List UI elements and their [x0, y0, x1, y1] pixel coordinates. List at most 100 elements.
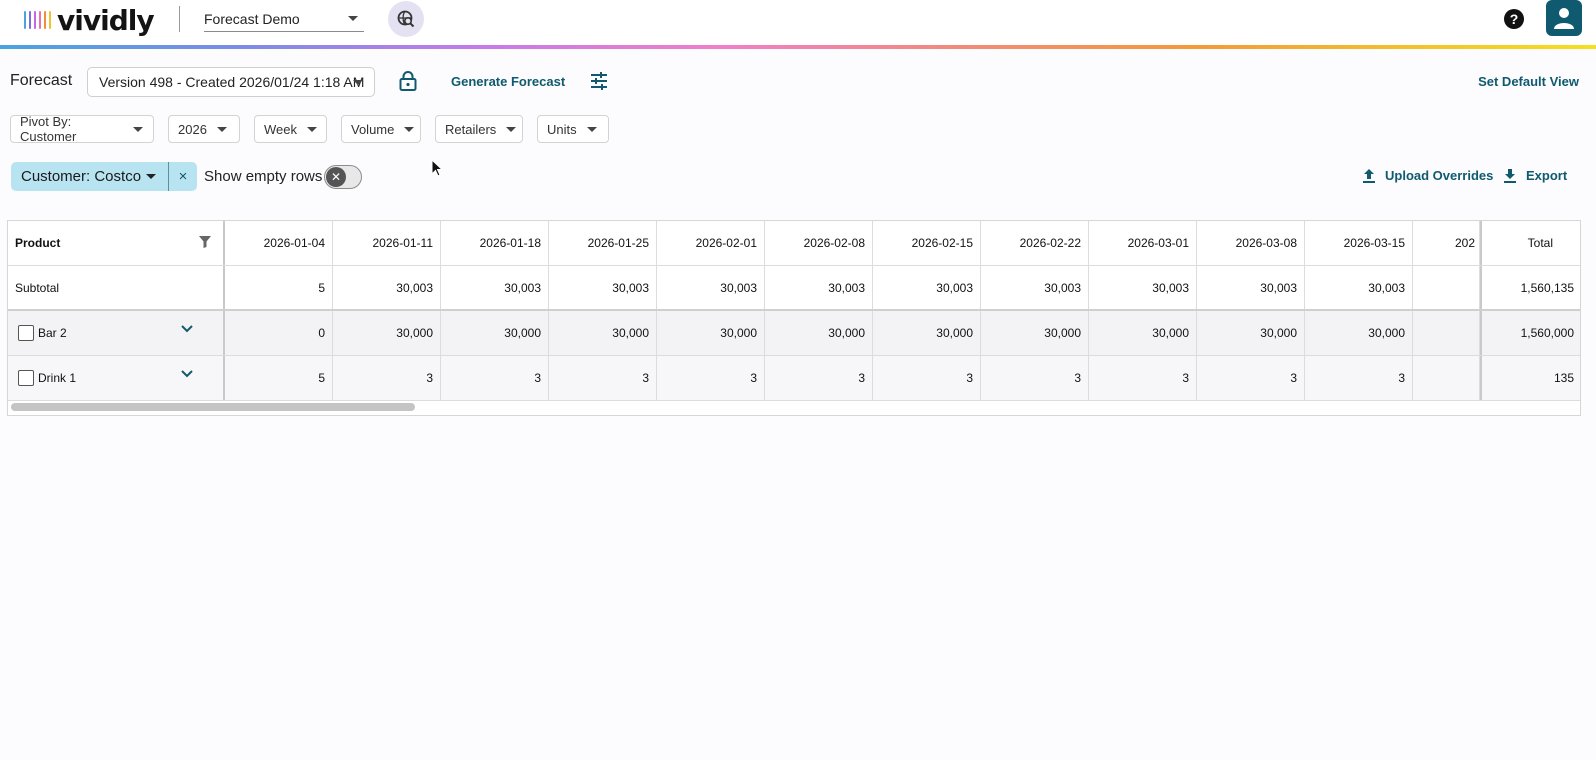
- lock-open-icon: [399, 71, 417, 91]
- caret-down-icon: [307, 126, 317, 132]
- table-cell[interactable]: 30,000: [1197, 311, 1305, 355]
- table-cell: 30,003: [657, 266, 765, 309]
- table-cell[interactable]: 30,000: [1089, 311, 1197, 355]
- table-cell[interactable]: 3: [873, 356, 981, 400]
- settings-tune-button[interactable]: [590, 72, 608, 95]
- caret-down-icon: [506, 126, 517, 132]
- table-row: Bar 2 0 30,000 30,000 30,000 30,000 30,0…: [8, 311, 1580, 356]
- column-header[interactable]: 2026-02-22: [981, 221, 1089, 265]
- table-cell[interactable]: 5: [225, 356, 333, 400]
- product-column-header[interactable]: Product: [8, 221, 225, 265]
- close-icon[interactable]: ×: [169, 168, 197, 185]
- table-cell[interactable]: 3: [333, 356, 441, 400]
- column-header[interactable]: 2026-01-18: [441, 221, 549, 265]
- units-filter[interactable]: Units: [537, 115, 609, 143]
- column-header[interactable]: 2026-01-25: [549, 221, 657, 265]
- product-name: Bar 2: [38, 326, 67, 340]
- period-filter[interactable]: Week: [254, 115, 327, 143]
- caret-down-icon: [586, 126, 597, 132]
- tune-icon: [591, 72, 607, 90]
- scrollbar-thumb[interactable]: [11, 403, 415, 411]
- set-default-view-button[interactable]: Set Default View: [1478, 74, 1579, 89]
- table-cell[interactable]: [1413, 311, 1480, 355]
- page-title: Forecast: [10, 72, 73, 89]
- table-cell[interactable]: 30,000: [981, 311, 1089, 355]
- generate-forecast-button[interactable]: Generate Forecast: [451, 74, 565, 89]
- product-cell: Drink 1: [8, 356, 225, 400]
- table-cell[interactable]: 3: [441, 356, 549, 400]
- row-checkbox[interactable]: [18, 325, 34, 341]
- table-cell[interactable]: 3: [1089, 356, 1197, 400]
- customer-filter-chip[interactable]: Customer: Costco ×: [11, 162, 197, 191]
- logo-bars-icon: [24, 11, 51, 29]
- filter-icon[interactable]: [199, 236, 211, 248]
- product-header-label: Product: [15, 236, 61, 250]
- column-header[interactable]: 2026-02-08: [765, 221, 873, 265]
- pivot-by-filter[interactable]: Pivot By: Customer: [10, 114, 154, 144]
- lock-button[interactable]: [399, 71, 417, 96]
- table-cell[interactable]: 3: [549, 356, 657, 400]
- logo-text: vividly: [57, 3, 155, 37]
- table-cell[interactable]: 30,000: [657, 311, 765, 355]
- column-header[interactable]: 2026-03-01: [1089, 221, 1197, 265]
- chevron-down-icon[interactable]: [181, 370, 193, 378]
- column-header[interactable]: 202: [1413, 221, 1480, 265]
- total-column-header[interactable]: Total: [1480, 221, 1580, 265]
- export-button[interactable]: Export: [1504, 168, 1567, 183]
- table-cell: 30,003: [765, 266, 873, 309]
- user-icon: [1554, 8, 1574, 29]
- year-filter[interactable]: 2026: [168, 115, 240, 143]
- caret-down-icon: [216, 126, 227, 132]
- table-cell[interactable]: 30,000: [333, 311, 441, 355]
- column-header[interactable]: 2026-03-15: [1305, 221, 1413, 265]
- column-header[interactable]: 2026-03-08: [1197, 221, 1305, 265]
- table-cell[interactable]: 3: [1305, 356, 1413, 400]
- column-header[interactable]: 2026-02-15: [873, 221, 981, 265]
- table-cell: 30,003: [441, 266, 549, 309]
- customer-chip-dropdown[interactable]: Customer: Costco: [11, 162, 169, 191]
- table-cell[interactable]: 3: [981, 356, 1089, 400]
- header-divider: [179, 6, 180, 32]
- measure-filter[interactable]: Volume: [341, 115, 421, 143]
- vividly-logo[interactable]: vividly: [24, 3, 155, 37]
- caret-down-icon: [146, 174, 156, 179]
- retailers-filter[interactable]: Retailers: [435, 115, 523, 143]
- table-cell[interactable]: 30,000: [1305, 311, 1413, 355]
- table-cell: 5: [225, 266, 333, 309]
- table-cell[interactable]: 0: [225, 311, 333, 355]
- table-cell[interactable]: 30,000: [549, 311, 657, 355]
- row-checkbox[interactable]: [18, 370, 34, 386]
- workspace-select[interactable]: Forecast Demo: [204, 6, 364, 32]
- column-header[interactable]: 2026-02-01: [657, 221, 765, 265]
- customer-chip-label: Customer: Costco: [21, 168, 142, 185]
- version-select[interactable]: Version 498 - Created 2026/01/24 1:18 AM: [87, 67, 375, 97]
- column-header[interactable]: 2026-01-04: [225, 221, 333, 265]
- mouse-cursor-icon: [431, 158, 444, 182]
- table-cell[interactable]: 30,000: [765, 311, 873, 355]
- table-header-row: Product 2026-01-04 2026-01-11 2026-01-18…: [8, 221, 1580, 266]
- table-cell[interactable]: [1413, 356, 1480, 400]
- caret-down-icon: [348, 16, 358, 21]
- table-cell[interactable]: 3: [1197, 356, 1305, 400]
- help-icon[interactable]: ?: [1504, 9, 1524, 29]
- table-cell: 30,003: [1305, 266, 1413, 309]
- total-cell: 135: [1480, 356, 1580, 400]
- table-cell[interactable]: 3: [657, 356, 765, 400]
- column-header[interactable]: 2026-01-11: [333, 221, 441, 265]
- user-avatar-button[interactable]: [1546, 0, 1582, 36]
- upload-icon: [1363, 168, 1375, 183]
- product-cell: Bar 2: [8, 311, 225, 355]
- show-empty-rows-toggle[interactable]: ✕: [324, 165, 362, 189]
- table-cell[interactable]: 3: [765, 356, 873, 400]
- chevron-down-icon[interactable]: [181, 325, 193, 333]
- global-search-button[interactable]: [388, 1, 424, 37]
- table-cell[interactable]: 30,000: [873, 311, 981, 355]
- table-cell[interactable]: 30,000: [441, 311, 549, 355]
- table-cell: 30,003: [333, 266, 441, 309]
- export-label: Export: [1526, 168, 1568, 183]
- toggle-off-icon: ✕: [326, 167, 346, 187]
- table-cell: 30,003: [1197, 266, 1305, 309]
- download-icon: [1504, 168, 1516, 183]
- upload-overrides-button[interactable]: Upload Overrides: [1363, 168, 1493, 183]
- subtotal-label: Subtotal: [8, 266, 225, 309]
